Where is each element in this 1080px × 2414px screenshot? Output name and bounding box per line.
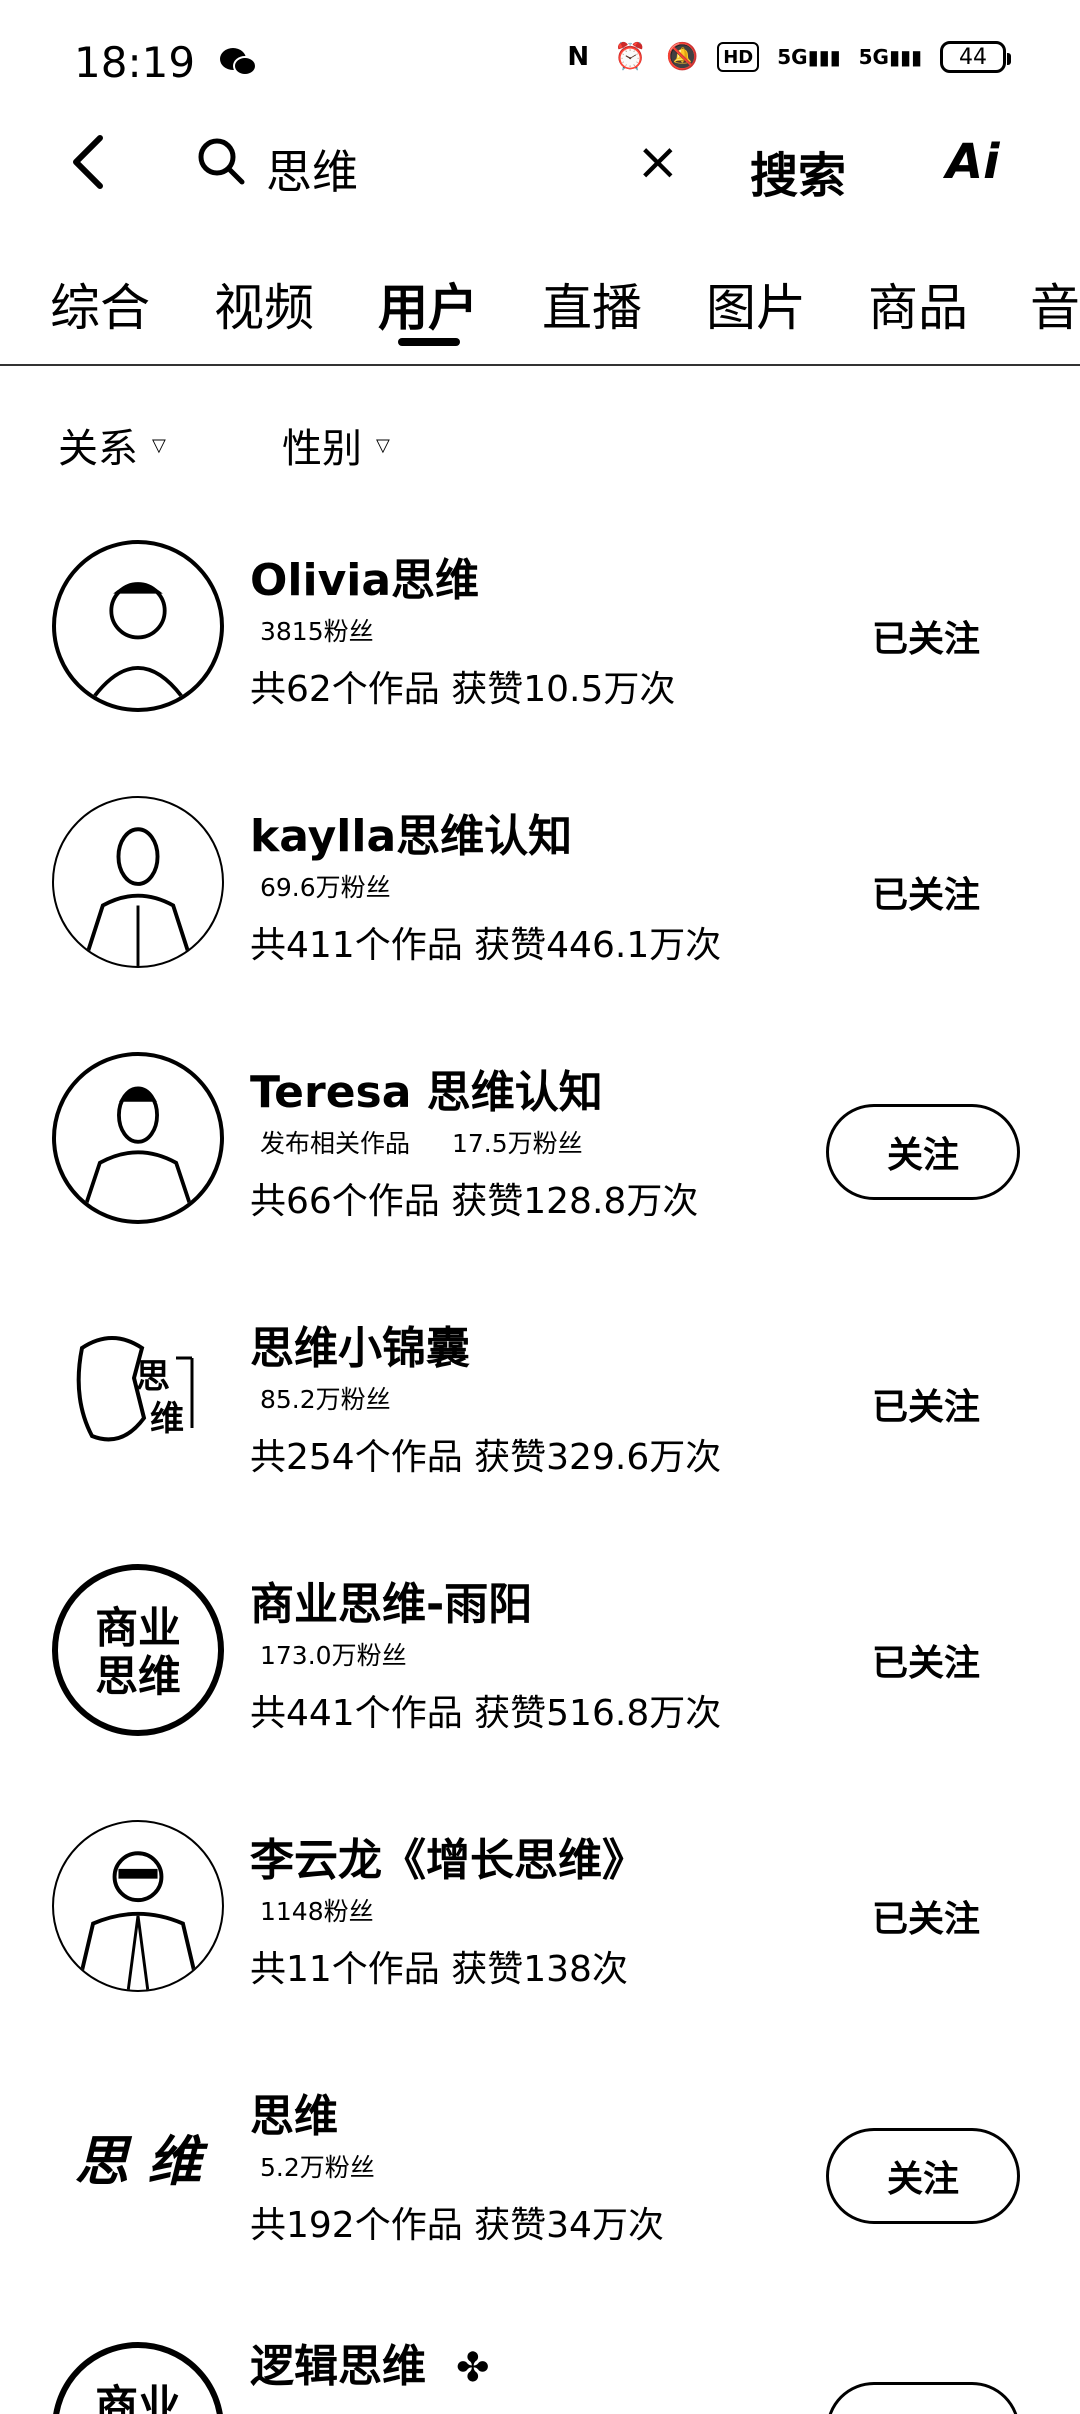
filter-gender[interactable]: 性别 ▽ (282, 416, 390, 474)
followed-button[interactable]: 已关注 (872, 610, 980, 662)
clover-icon: ✤ (456, 2345, 490, 2391)
followed-button[interactable]: 已关注 (872, 1378, 980, 1430)
signal-icon-2: 5G▮▮▮ (858, 45, 922, 69)
follow-button[interactable]: 关注 (826, 2128, 1020, 2224)
avatar[interactable] (52, 540, 224, 712)
nfc-icon: N (567, 42, 590, 72)
search-icon (198, 138, 245, 185)
clear-search-button[interactable]: × (636, 136, 680, 188)
user-name[interactable]: 李云龙《增长思维》 (250, 1824, 646, 1888)
search-button[interactable]: 搜索 (750, 136, 846, 206)
published-related-label: 发布相关作品 (260, 1129, 411, 1158)
alarm-icon: ⏰ (614, 42, 647, 72)
hd-icon: HD (717, 42, 760, 72)
filter-gender-label: 性别 (282, 426, 362, 472)
signal-icon-1: 5G▮▮▮ (777, 45, 841, 69)
ai-button[interactable]: Ai (946, 134, 1000, 190)
user-fans: 发布相关作品 17.5万粉丝 (260, 1124, 583, 1160)
fans-count: 1148粉丝 (260, 1897, 374, 1926)
avatar[interactable]: 思 维 (52, 1308, 224, 1480)
avatar-text: 思维 (95, 1652, 181, 1702)
followed-button[interactable]: 已关注 (872, 866, 980, 918)
avatar-text: 商业 (95, 2382, 181, 2414)
tab-bar: 综合 视频 用户 直播 图片 商品 音 (0, 260, 1080, 360)
tab-divider (0, 364, 1080, 366)
user-name[interactable]: 思维小锦囊 (250, 1312, 470, 1376)
user-works: 共441个作品 获赞516.8万次 (250, 1693, 722, 1734)
list-item[interactable]: 商业 思维 商业思维-雨阳 173.0万粉丝 共441个作品 获赞516.8万次… (0, 1564, 1080, 1820)
mute-bell-icon: 🔕 (666, 42, 699, 72)
avatar[interactable]: 商业 (52, 2342, 224, 2414)
list-item[interactable]: 思 维 思维小锦囊 85.2万粉丝 共254个作品 获赞329.6万次 已关注 (0, 1308, 1080, 1564)
user-name[interactable]: Olivia思维 (250, 544, 479, 608)
fans-count: 3815粉丝 (260, 617, 374, 646)
avatar-text: 维 (150, 1399, 184, 1439)
user-fans: 173.0万粉丝 (260, 1636, 407, 1672)
wechat-icon (220, 48, 257, 76)
user-works: 共192个作品 获赞34万次 (250, 2205, 664, 2246)
user-name[interactable]: 思维 (250, 2080, 338, 2144)
user-fans: 85.2万粉丝 (260, 1380, 391, 1416)
user-works: 共11个作品 获赞138次 (250, 1949, 628, 1990)
list-item[interactable]: 李云龙《增长思维》 1148粉丝 共11个作品 获赞138次 已关注 (0, 1820, 1080, 2076)
tab-music[interactable]: 音 (1030, 268, 1080, 340)
tab-live[interactable]: 直播 (542, 268, 642, 340)
user-works: 共254个作品 获赞329.6万次 (250, 1437, 722, 1478)
fans-count: 69.6万粉丝 (260, 873, 391, 902)
followed-button[interactable]: 已关注 (872, 1634, 980, 1686)
avatar[interactable]: 思 维 (52, 2076, 224, 2248)
dropdown-triangle-icon: ▽ (376, 434, 390, 456)
status-bar: 18:19 N ⏰ 🔕 HD 5G▮▮▮ 5G▮▮▮ 44 (0, 0, 1080, 130)
user-fans: 3815粉丝 (260, 612, 374, 648)
tab-products[interactable]: 商品 (868, 268, 968, 340)
fans-count: 5.2万粉丝 (260, 2153, 375, 2182)
tab-images[interactable]: 图片 (706, 268, 806, 340)
filter-relationship-label: 关系 (58, 426, 138, 472)
status-time: 18:19 (74, 38, 196, 87)
dropdown-triangle-icon: ▽ (152, 434, 166, 456)
tab-users[interactable]: 用户 (378, 268, 478, 340)
user-name[interactable]: 逻辑思维 ✤ (250, 2330, 490, 2394)
user-works: 共62个作品 获赞10.5万次 (250, 669, 676, 710)
user-name[interactable]: Teresa 思维认知 (250, 1056, 603, 1120)
list-item[interactable]: kaylla思维认知 69.6万粉丝 共411个作品 获赞446.1万次 已关注 (0, 796, 1080, 1052)
back-icon[interactable] (60, 132, 120, 192)
avatar[interactable] (52, 1820, 224, 1992)
user-name[interactable]: kaylla思维认知 (250, 800, 572, 864)
active-tab-indicator (398, 338, 460, 346)
user-fans: 1148粉丝 (260, 1892, 374, 1928)
list-item[interactable]: Teresa 思维认知 发布相关作品 17.5万粉丝 共66个作品 获赞128.… (0, 1052, 1080, 1308)
avatar[interactable] (52, 1052, 224, 1224)
followed-button[interactable]: 已关注 (872, 1890, 980, 1942)
filter-bar: 关系 ▽ 性别 ▽ (0, 400, 1080, 490)
fans-count: 173.0万粉丝 (260, 1641, 407, 1670)
list-item[interactable]: 思 维 思维 5.2万粉丝 共192个作品 获赞34万次 关注 (0, 2076, 1080, 2332)
avatar[interactable] (52, 796, 224, 968)
follow-button[interactable]: 关注 (826, 1104, 1020, 1200)
user-name[interactable]: 商业思维-雨阳 (250, 1568, 532, 1632)
search-input[interactable]: 思维 (266, 136, 358, 202)
filter-relationship[interactable]: 关系 ▽ (58, 416, 166, 474)
avatar-text: 思 维 (75, 2129, 209, 2193)
user-fans: 5.2万粉丝 (260, 2148, 375, 2184)
avatar-text: 思 (136, 1357, 170, 1397)
user-name-text: 逻辑思维 (250, 2341, 426, 2392)
battery-icon: 44 (940, 41, 1011, 73)
list-item[interactable]: Olivia思维 3815粉丝 共62个作品 获赞10.5万次 已关注 (0, 540, 1080, 796)
tab-comprehensive[interactable]: 综合 (50, 268, 150, 340)
tab-video[interactable]: 视频 (214, 268, 314, 340)
list-item[interactable]: 商业 逻辑思维 ✤ (0, 2330, 1080, 2414)
status-icons: N ⏰ 🔕 HD 5G▮▮▮ 5G▮▮▮ 44 (561, 40, 1011, 74)
follow-button[interactable] (826, 2382, 1020, 2414)
fans-count: 85.2万粉丝 (260, 1385, 391, 1414)
battery-level: 44 (959, 44, 987, 70)
user-works: 共411个作品 获赞446.1万次 (250, 925, 722, 966)
avatar[interactable]: 商业 思维 (52, 1564, 224, 1736)
fans-count: 17.5万粉丝 (451, 1129, 583, 1158)
user-fans: 69.6万粉丝 (260, 868, 391, 904)
avatar-text: 商业 (95, 1604, 181, 1654)
user-works: 共66个作品 获赞128.8万次 (250, 1181, 699, 1222)
